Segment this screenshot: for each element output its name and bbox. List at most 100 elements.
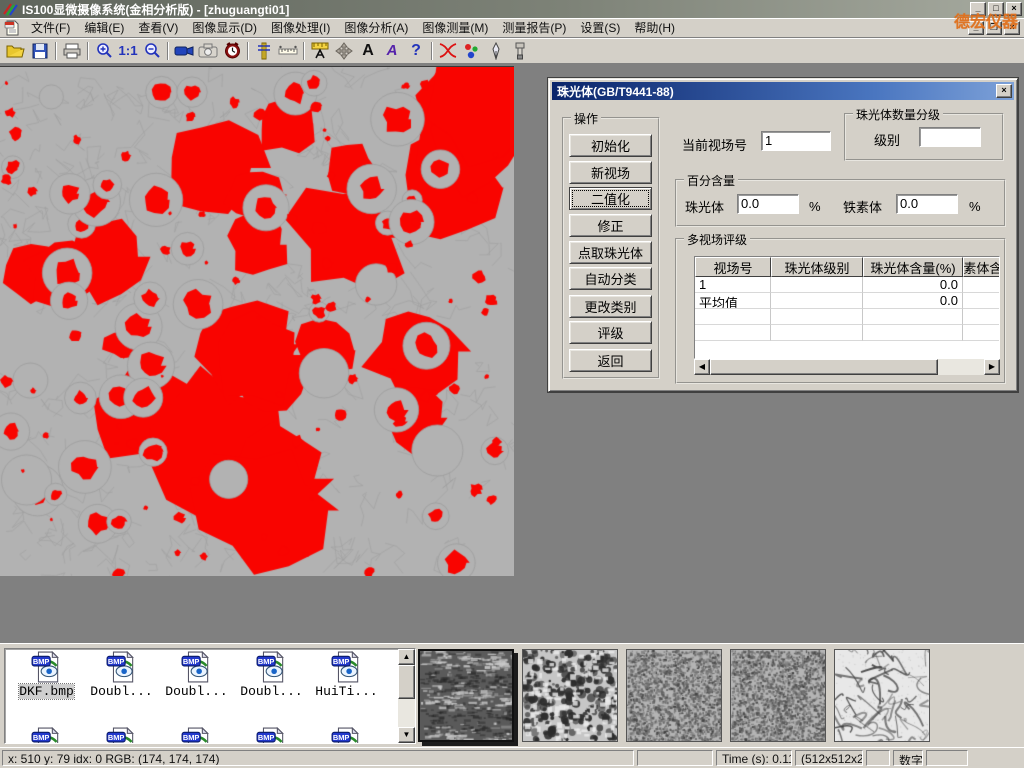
table-row	[695, 309, 999, 325]
timer-button[interactable]	[220, 40, 244, 62]
bmp-file-icon: BMP	[331, 651, 363, 683]
file-browser[interactable]: BMP DKF.bmp BMP Doubl...	[4, 648, 416, 744]
file-item[interactable]: BMP DKF.bmp	[9, 651, 84, 709]
menu-image-display[interactable]: 图像显示(D)	[185, 17, 264, 38]
brush-icon	[514, 42, 526, 60]
svg-text:BMP: BMP	[107, 733, 124, 742]
menu-image-process[interactable]: 图像处理(I)	[264, 17, 337, 38]
window-title: IS100显微摄像系统(金相分析版) - [zhuguangti01]	[22, 1, 289, 18]
cell-grade	[771, 277, 863, 293]
scroll-up-icon[interactable]: ▲	[398, 649, 415, 665]
multifield-group: 多视场评级 视场号 珠光体级别 珠光体含量(%) 铁素体含量(%) 1 0.0	[675, 238, 1006, 384]
file-item[interactable]: BMP Doubl...	[234, 651, 309, 709]
pearlite-percent-input[interactable]: 0.0	[737, 194, 799, 214]
file-item[interactable]: BMP Doubl...	[84, 651, 159, 709]
menu-view[interactable]: 查看(V)	[131, 17, 185, 38]
status-position: x: 510 y: 79 idx: 0 RGB: (174, 174, 174)	[2, 750, 634, 766]
table-row[interactable]: 平均值 0.0	[695, 293, 999, 309]
multifield-group-label: 多视场评级	[684, 231, 750, 248]
thumbnail-1[interactable]	[418, 649, 514, 742]
grade-group: 珠光体数量分级 级别	[844, 113, 1004, 161]
particle-analysis-button[interactable]	[460, 40, 484, 62]
file-item[interactable]: BMP	[309, 727, 384, 744]
open-folder-icon	[6, 43, 26, 59]
text-button[interactable]: A	[356, 40, 380, 62]
toolbar-separator	[431, 42, 433, 60]
init-button[interactable]: 初始化	[569, 134, 652, 157]
print-button[interactable]	[60, 40, 84, 62]
scroll-down-icon[interactable]: ▼	[398, 727, 415, 743]
menu-report[interactable]: 测量报告(P)	[495, 17, 573, 38]
pick-pearlite-button[interactable]: 点取珠光体	[569, 241, 652, 264]
current-field-input[interactable]: 1	[761, 131, 831, 151]
scroll-left-icon[interactable]: ◀	[694, 359, 710, 375]
zoom-in-button[interactable]	[92, 40, 116, 62]
micrograph-image[interactable]	[0, 66, 514, 576]
rating-table[interactable]: 视场号 珠光体级别 珠光体含量(%) 铁素体含量(%) 1 0.0 平均值	[694, 256, 1000, 359]
help-button[interactable]: ?	[404, 40, 428, 62]
text-style-button[interactable]: A	[380, 40, 404, 62]
file-item[interactable]: BMP	[84, 727, 159, 744]
file-item[interactable]: BMP	[234, 727, 309, 744]
menu-help[interactable]: 帮助(H)	[627, 17, 682, 38]
thumbnail-4[interactable]	[730, 649, 826, 742]
status-empty	[866, 750, 890, 766]
file-item[interactable]: BMP	[9, 727, 84, 744]
video-camera-icon	[174, 44, 194, 58]
dialog-close-icon[interactable]: ×	[996, 84, 1012, 98]
caliper-button[interactable]	[252, 40, 276, 62]
menu-edit[interactable]: 编辑(E)	[77, 17, 131, 38]
menu-file[interactable]: 文件(F)	[24, 17, 77, 38]
letter-a-styled-icon: A	[387, 42, 398, 59]
file-item[interactable]: BMP Doubl...	[159, 651, 234, 709]
file-vscrollbar[interactable]: ▲ ▼	[398, 649, 415, 743]
bmp-file-icon: BMP	[256, 727, 288, 744]
ferrite-percent-input[interactable]: 0.0	[896, 194, 958, 214]
save-button[interactable]	[28, 40, 52, 62]
change-class-button[interactable]: 更改类别	[569, 295, 652, 318]
pen-tool-button[interactable]	[484, 40, 508, 62]
curve-tool-button[interactable]	[436, 40, 460, 62]
open-button[interactable]	[4, 40, 28, 62]
cell-pearlite-pct: 0.0	[863, 277, 963, 293]
thumbnail-2[interactable]	[522, 649, 618, 742]
menu-settings[interactable]: 设置(S)	[573, 17, 627, 38]
document-icon[interactable]	[4, 20, 21, 36]
menu-image-measure[interactable]: 图像测量(M)	[415, 17, 495, 38]
one-to-one-icon: 1:1	[118, 43, 137, 58]
new-field-button[interactable]: 新视场	[569, 161, 652, 184]
video-capture-button[interactable]	[172, 40, 196, 62]
table-hscrollbar[interactable]: ◀ ▶	[694, 359, 1000, 375]
ruler-button[interactable]	[276, 40, 300, 62]
auto-classify-button[interactable]: 自动分类	[569, 267, 652, 290]
thumbnail-3[interactable]	[626, 649, 722, 742]
bmp-file-icon: BMP	[181, 651, 213, 683]
camera-button[interactable]	[196, 40, 220, 62]
return-button[interactable]: 返回	[569, 349, 652, 372]
file-item[interactable]: BMP HuiTi...	[309, 651, 384, 709]
thumbnail-5[interactable]	[834, 649, 930, 742]
scroll-thumb[interactable]	[398, 665, 415, 699]
correct-button[interactable]: 修正	[569, 214, 652, 237]
pearlite-percent-sign: %	[809, 199, 821, 214]
table-row[interactable]: 1 0.0	[695, 277, 999, 293]
file-item[interactable]: BMP	[159, 727, 234, 744]
measure-label-button[interactable]	[308, 40, 332, 62]
binarize-button[interactable]: 二值化	[569, 187, 652, 210]
grade-label: 级别	[874, 130, 900, 149]
zoom-out-button[interactable]	[140, 40, 164, 62]
svg-text:BMP: BMP	[257, 657, 274, 666]
move-button[interactable]	[332, 40, 356, 62]
dialog-title-bar[interactable]: 珠光体(GB/T9441-88) ×	[552, 82, 1014, 100]
cell-ferrite-pct	[963, 277, 1000, 293]
brush-tool-button[interactable]	[508, 40, 532, 62]
zoom-actual-button[interactable]: 1:1	[116, 40, 140, 62]
scroll-right-icon[interactable]: ▶	[984, 359, 1000, 375]
rate-button[interactable]: 评级	[569, 321, 652, 344]
operations-group-label: 操作	[571, 110, 601, 127]
scroll-thumb[interactable]	[710, 359, 938, 375]
svg-text:BMP: BMP	[32, 657, 49, 666]
col-field-no: 视场号	[695, 257, 771, 277]
menu-image-analysis[interactable]: 图像分析(A)	[337, 17, 415, 38]
grade-input[interactable]	[919, 127, 981, 147]
